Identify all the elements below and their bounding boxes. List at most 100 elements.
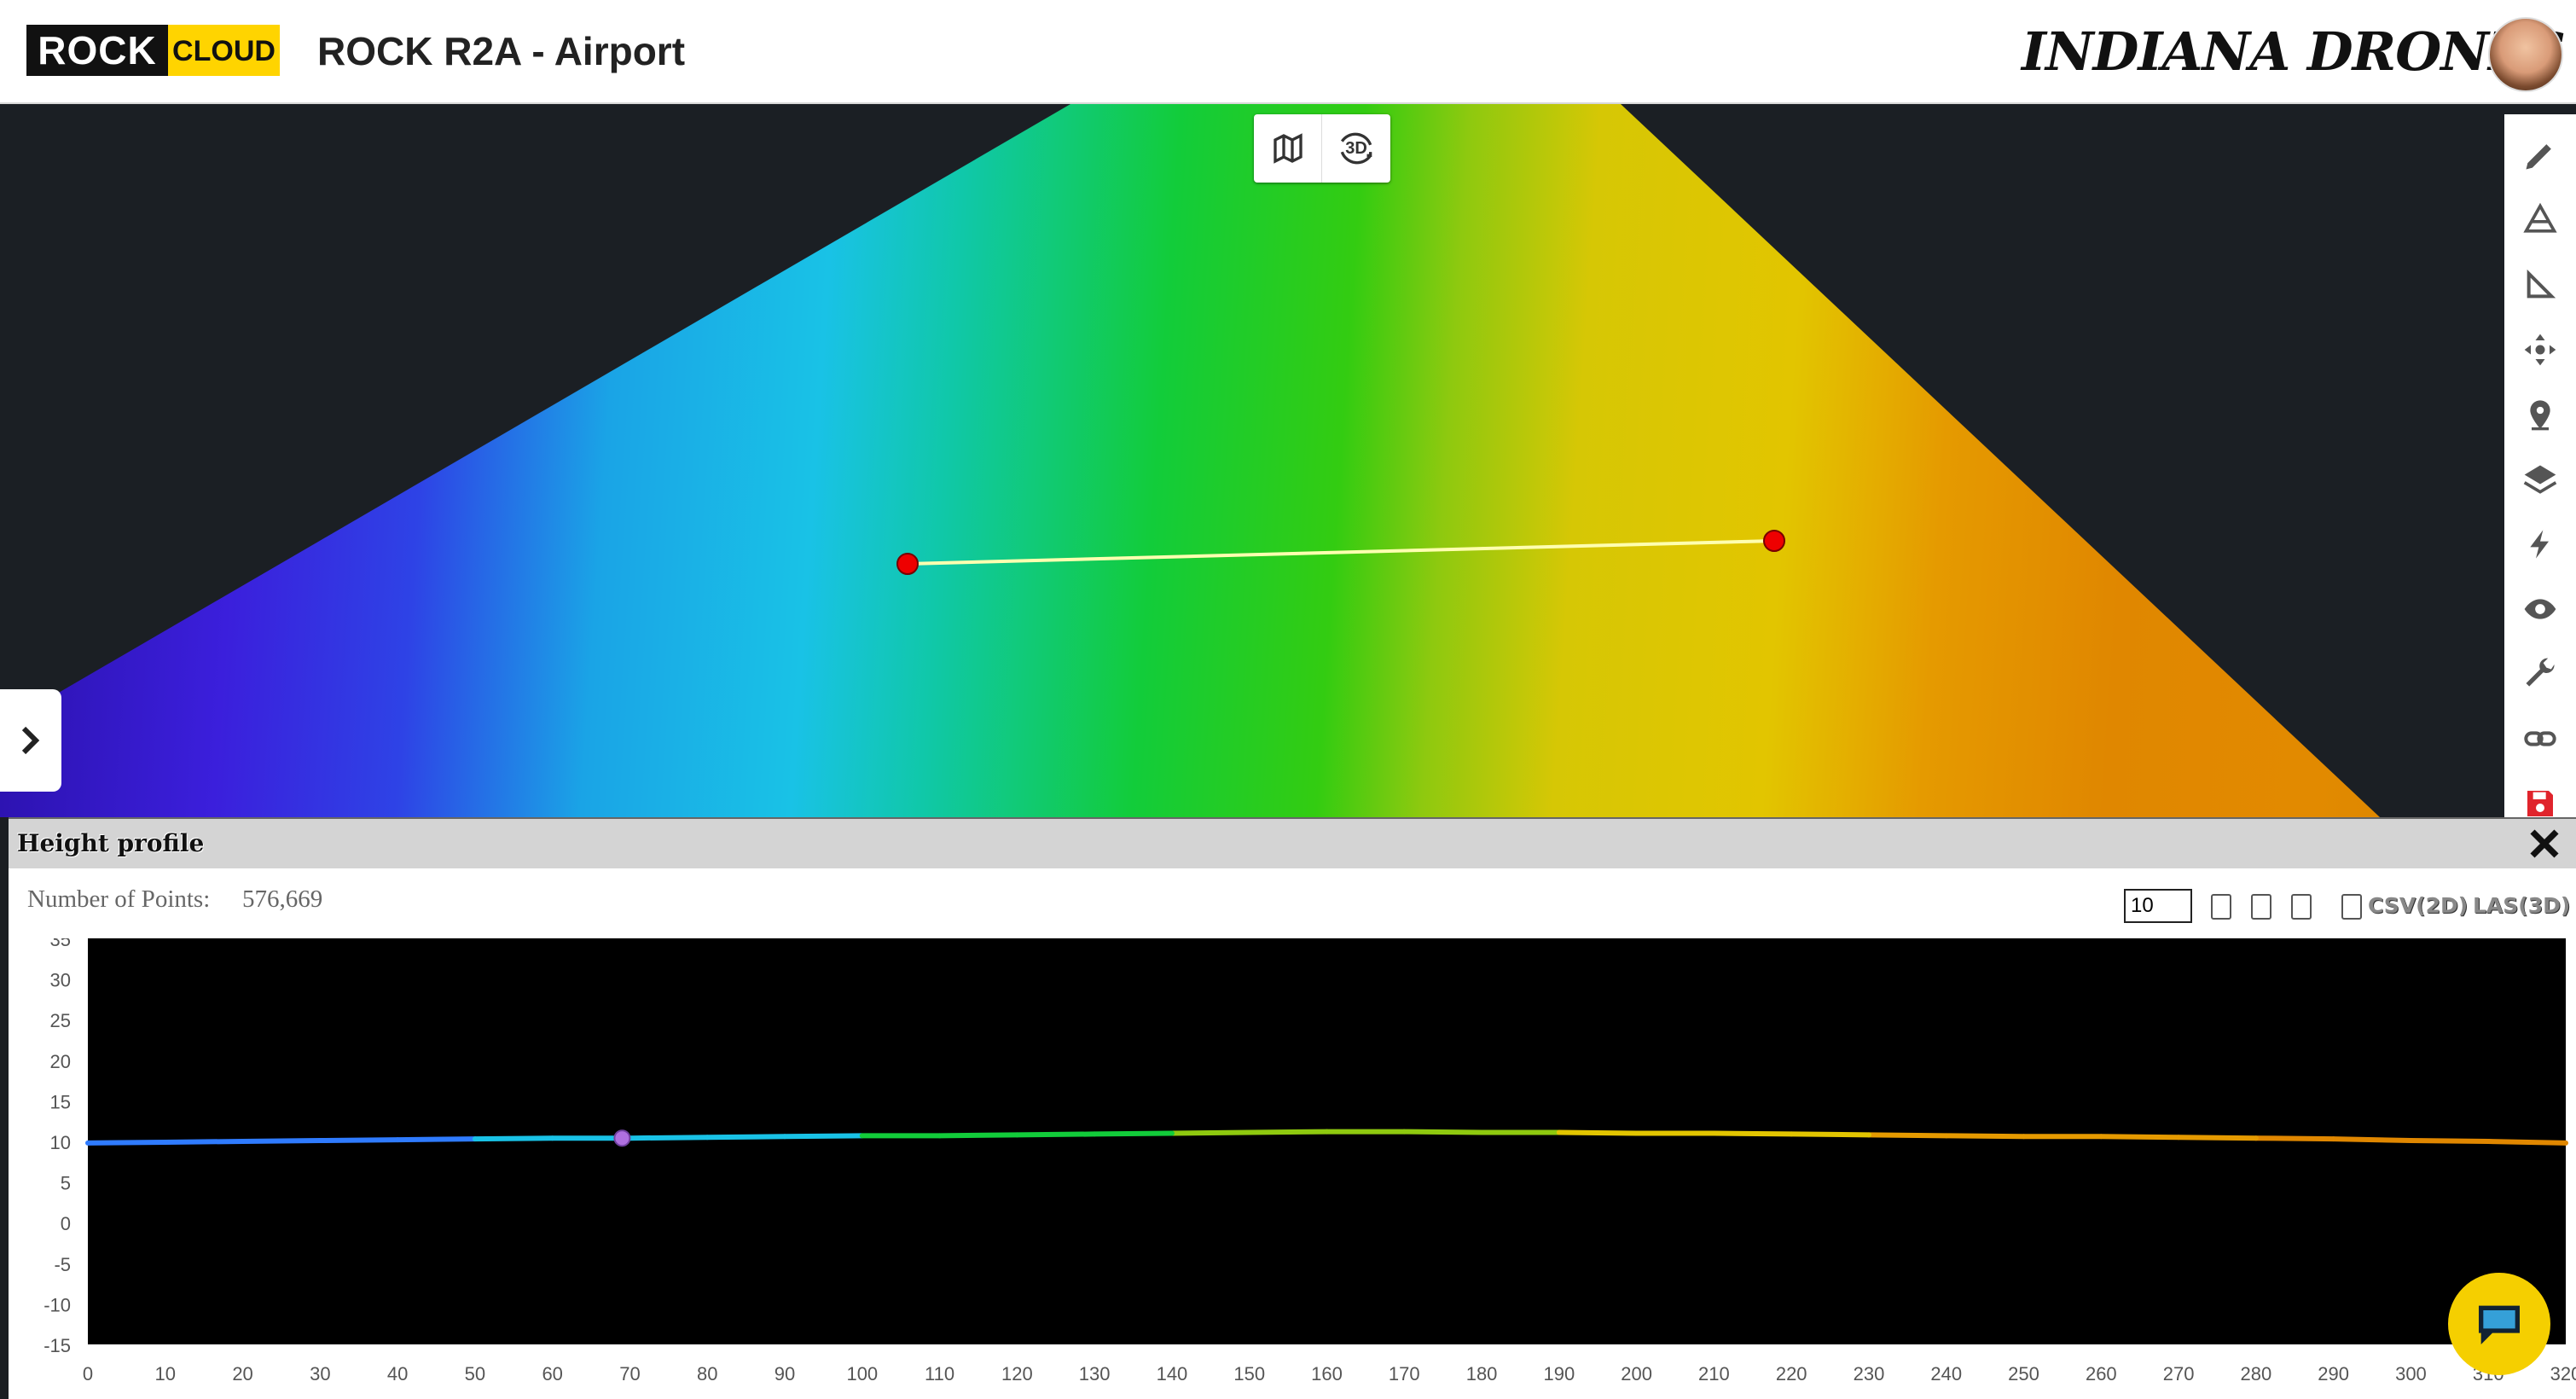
y-tick-label: 0 bbox=[61, 1213, 71, 1234]
profile-point bbox=[782, 1134, 788, 1140]
profile-point bbox=[1014, 1132, 1020, 1138]
profile-segment bbox=[2488, 1139, 2567, 1146]
move-tool[interactable] bbox=[2515, 324, 2566, 375]
annotate-tool[interactable] bbox=[2515, 130, 2566, 181]
profile-segment bbox=[165, 1139, 243, 1145]
logo-rock-text: ROCK bbox=[26, 25, 168, 76]
profile-point bbox=[2563, 1140, 2568, 1146]
chat-support-button[interactable] bbox=[2448, 1273, 2550, 1375]
profile-segment bbox=[320, 1137, 398, 1144]
option-checkbox-2[interactable] bbox=[2251, 894, 2271, 920]
profile-segment bbox=[784, 1133, 862, 1140]
profile-point bbox=[1865, 1132, 1871, 1138]
map-view-button[interactable] bbox=[1254, 114, 1322, 183]
profile-point bbox=[2176, 1135, 2182, 1141]
x-tick-label: 320 bbox=[2550, 1363, 2576, 1384]
profile-point bbox=[472, 1136, 478, 1142]
y-tick-label: -10 bbox=[44, 1294, 71, 1315]
profile-point bbox=[162, 1139, 168, 1145]
x-tick-label: 30 bbox=[310, 1363, 330, 1384]
x-tick-label: 80 bbox=[697, 1363, 717, 1384]
3d-view-button[interactable]: 3D bbox=[1322, 114, 1390, 183]
angle-icon bbox=[2527, 269, 2556, 299]
volume-tool[interactable] bbox=[2515, 194, 2566, 246]
lightning-tool[interactable] bbox=[2515, 519, 2566, 570]
x-tick-label: 70 bbox=[619, 1363, 640, 1384]
x-tick-label: 200 bbox=[1621, 1363, 1652, 1384]
rock-cloud-logo[interactable]: ROCK CLOUD bbox=[26, 25, 280, 76]
profile-width-input[interactable] bbox=[2124, 889, 2192, 923]
profile-point bbox=[1943, 1133, 1949, 1139]
x-tick-label: 160 bbox=[1311, 1363, 1343, 1384]
x-tick-label: 170 bbox=[1389, 1363, 1420, 1384]
x-tick-label: 180 bbox=[1466, 1363, 1498, 1384]
option-checkbox-3[interactable] bbox=[2291, 894, 2312, 920]
x-tick-label: 60 bbox=[542, 1363, 562, 1384]
move-icon bbox=[2524, 334, 2556, 366]
sidebar-toggle-button[interactable] bbox=[0, 689, 61, 792]
x-tick-label: 130 bbox=[1079, 1363, 1111, 1384]
profile-segment bbox=[707, 1134, 786, 1141]
share-link-tool[interactable] bbox=[2515, 713, 2566, 764]
x-tick-label: 50 bbox=[465, 1363, 485, 1384]
profile-point bbox=[549, 1135, 555, 1141]
x-tick-label: 270 bbox=[2163, 1363, 2195, 1384]
x-tick-label: 100 bbox=[846, 1363, 878, 1384]
profile-point bbox=[1324, 1129, 1330, 1135]
profile-end-marker[interactable] bbox=[1763, 530, 1785, 552]
link-icon bbox=[2524, 731, 2556, 746]
option-checkbox-4[interactable] bbox=[2341, 894, 2362, 920]
profile-point bbox=[240, 1139, 246, 1144]
angle-tool[interactable] bbox=[2515, 259, 2566, 311]
points-count-value: 576,669 bbox=[242, 885, 323, 913]
export-csv-button[interactable]: CSV(2D) bbox=[2368, 889, 2468, 923]
profile-point bbox=[2021, 1134, 2027, 1140]
layers-tool[interactable] bbox=[2515, 454, 2566, 505]
company-logo: INDIANA DRONES bbox=[2022, 20, 2566, 83]
height-profile-chart[interactable]: 35302520151050-5-10-15 0 10 20 30 40 50 60 70 80… bbox=[9, 938, 2576, 1399]
y-axis: 35 30 25 20 15 10 5 0 -5 -10 -15 bbox=[44, 938, 71, 1356]
save-tool[interactable] bbox=[2515, 778, 2566, 817]
profile-segment bbox=[1946, 1133, 2024, 1140]
x-tick-label: 150 bbox=[1233, 1363, 1265, 1384]
close-profile-button[interactable] bbox=[2525, 824, 2564, 863]
x-tick-label: 300 bbox=[2395, 1363, 2427, 1384]
profile-point bbox=[2486, 1139, 2492, 1144]
profile-segment bbox=[2101, 1134, 2179, 1141]
y-tick-label: 25 bbox=[50, 1010, 71, 1031]
point-tool[interactable] bbox=[2515, 389, 2566, 440]
y-tick-label: 10 bbox=[50, 1132, 71, 1153]
visibility-tool[interactable] bbox=[2515, 583, 2566, 635]
option-checkbox-1[interactable] bbox=[2211, 894, 2231, 920]
export-las-button[interactable]: LAS(3D) bbox=[2473, 889, 2570, 923]
map-pin-icon bbox=[2530, 400, 2550, 431]
profile-point bbox=[2098, 1134, 2104, 1140]
settings-tool[interactable] bbox=[2515, 648, 2566, 700]
app-header: ROCK CLOUD ROCK R2A - Airport INDIANA DR… bbox=[0, 0, 2576, 104]
x-tick-label: 260 bbox=[2086, 1363, 2117, 1384]
profile-start-marker[interactable] bbox=[896, 553, 919, 575]
profile-cursor-marker[interactable] bbox=[613, 1129, 631, 1147]
profile-segment bbox=[1791, 1131, 1870, 1138]
profile-segment bbox=[1171, 1129, 1250, 1136]
logo-cloud-text: CLOUD bbox=[172, 35, 276, 67]
pencil-icon bbox=[2526, 144, 2551, 170]
profile-segment bbox=[2255, 1135, 2334, 1142]
profile-point bbox=[1556, 1129, 1562, 1135]
profile-segment bbox=[397, 1136, 475, 1143]
height-profile-title: Height profile bbox=[17, 829, 205, 857]
y-tick-label: -15 bbox=[44, 1335, 71, 1356]
x-tick-label: 210 bbox=[1698, 1363, 1730, 1384]
x-tick-label: 40 bbox=[387, 1363, 408, 1384]
y-tick-label: 20 bbox=[50, 1051, 71, 1072]
profile-line bbox=[907, 539, 1775, 566]
profile-point bbox=[1633, 1130, 1639, 1136]
point-cloud-viewer[interactable]: 3D bbox=[0, 104, 2576, 817]
wrench-icon bbox=[2526, 658, 2555, 687]
user-avatar[interactable] bbox=[2488, 17, 2563, 92]
profile-segment bbox=[1558, 1129, 1637, 1136]
x-tick-label: 230 bbox=[1854, 1363, 1885, 1384]
view-mode-toggle: 3D bbox=[1254, 114, 1390, 183]
profile-point bbox=[1789, 1131, 1795, 1137]
x-tick-label: 140 bbox=[1157, 1363, 1188, 1384]
